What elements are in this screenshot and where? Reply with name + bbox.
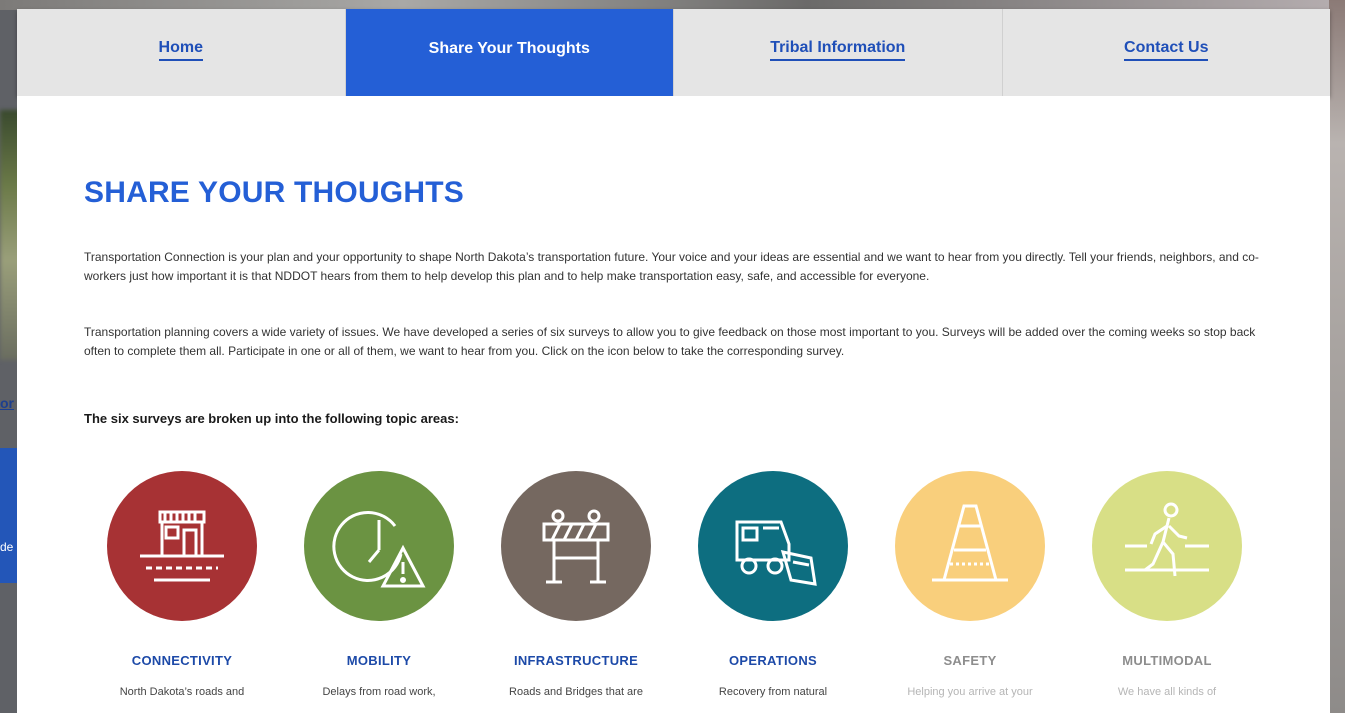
nav-contact-us-label[interactable]: Contact Us [1124, 39, 1209, 61]
topic-infrastructure[interactable]: INFRASTRUCTURE Roads and Bridges that ar… [478, 471, 674, 698]
topic-multimodal[interactable]: MULTIMODAL We have all kinds of [1069, 471, 1265, 698]
nav-share-your-thoughts[interactable]: Share Your Thoughts [345, 9, 674, 96]
intro-paragraph: Transportation Connection is your plan a… [84, 250, 1259, 283]
nav-tribal-information[interactable]: Tribal Information [674, 9, 1003, 96]
topic-safety-circle[interactable] [895, 471, 1045, 621]
nav-home[interactable]: Home [17, 9, 346, 96]
topic-multimodal-title: MULTIMODAL [1122, 653, 1212, 668]
topic-operations[interactable]: OPERATIONS Recovery from natural [675, 471, 871, 698]
nav-share-your-thoughts-label[interactable]: Share Your Thoughts [429, 40, 590, 60]
page-title: SHARE YOUR THOUGHTS [84, 176, 464, 209]
topic-connectivity[interactable]: CONNECTIVITY North Dakota’s roads and [84, 471, 280, 698]
road-barrier-icon [542, 509, 610, 584]
topics-subheading: The six surveys are broken up into the f… [84, 411, 459, 426]
topic-multimodal-desc: We have all kinds of [1117, 686, 1217, 698]
topic-mobility-desc: Delays from road work, [322, 686, 436, 698]
topic-safety-title: SAFETY [943, 653, 997, 668]
background-text-fragment: de [0, 540, 14, 554]
topic-mobility-title: MOBILITY [346, 653, 412, 668]
topic-operations-desc: Recovery from natural [718, 686, 828, 698]
nav-home-label[interactable]: Home [158, 39, 203, 61]
topic-connectivity-title: CONNECTIVITY [131, 653, 233, 668]
content-panel: SHARE YOUR THOUGHTS Transportation Conne… [17, 96, 1330, 713]
topic-infrastructure-desc: Roads and Bridges that are [509, 686, 643, 698]
planning-paragraph: Transportation planning covers a wide va… [84, 325, 1256, 358]
topic-multimodal-circle[interactable] [1092, 471, 1242, 621]
topic-operations-title: OPERATIONS [729, 653, 817, 668]
clock-warning-icon [332, 511, 426, 588]
main-nav: Home Share Your Thoughts Tribal Informat… [17, 9, 1330, 96]
snowplow-icon [735, 520, 817, 586]
nav-tribal-information-label[interactable]: Tribal Information [770, 39, 906, 61]
pedestrian-icon [1125, 502, 1209, 577]
topic-connectivity-circle[interactable] [107, 471, 257, 621]
topic-mobility[interactable]: MOBILITY Delays from road work, [281, 471, 477, 698]
topic-operations-circle[interactable] [698, 471, 848, 621]
topic-infrastructure-title: INFRASTRUCTURE [513, 653, 639, 668]
topic-mobility-circle[interactable] [304, 471, 454, 621]
nav-contact-us[interactable]: Contact Us [1003, 9, 1331, 96]
background-right-edge [1329, 0, 1345, 713]
topic-safety[interactable]: SAFETY Helping you arrive at your [872, 471, 1068, 698]
topic-infrastructure-circle[interactable] [501, 471, 651, 621]
topic-connectivity-desc: North Dakota’s roads and [119, 686, 245, 698]
traffic-cone-icon [932, 504, 1008, 582]
topic-safety-desc: Helping you arrive at your [907, 686, 1033, 698]
storefront-icon [140, 510, 224, 582]
